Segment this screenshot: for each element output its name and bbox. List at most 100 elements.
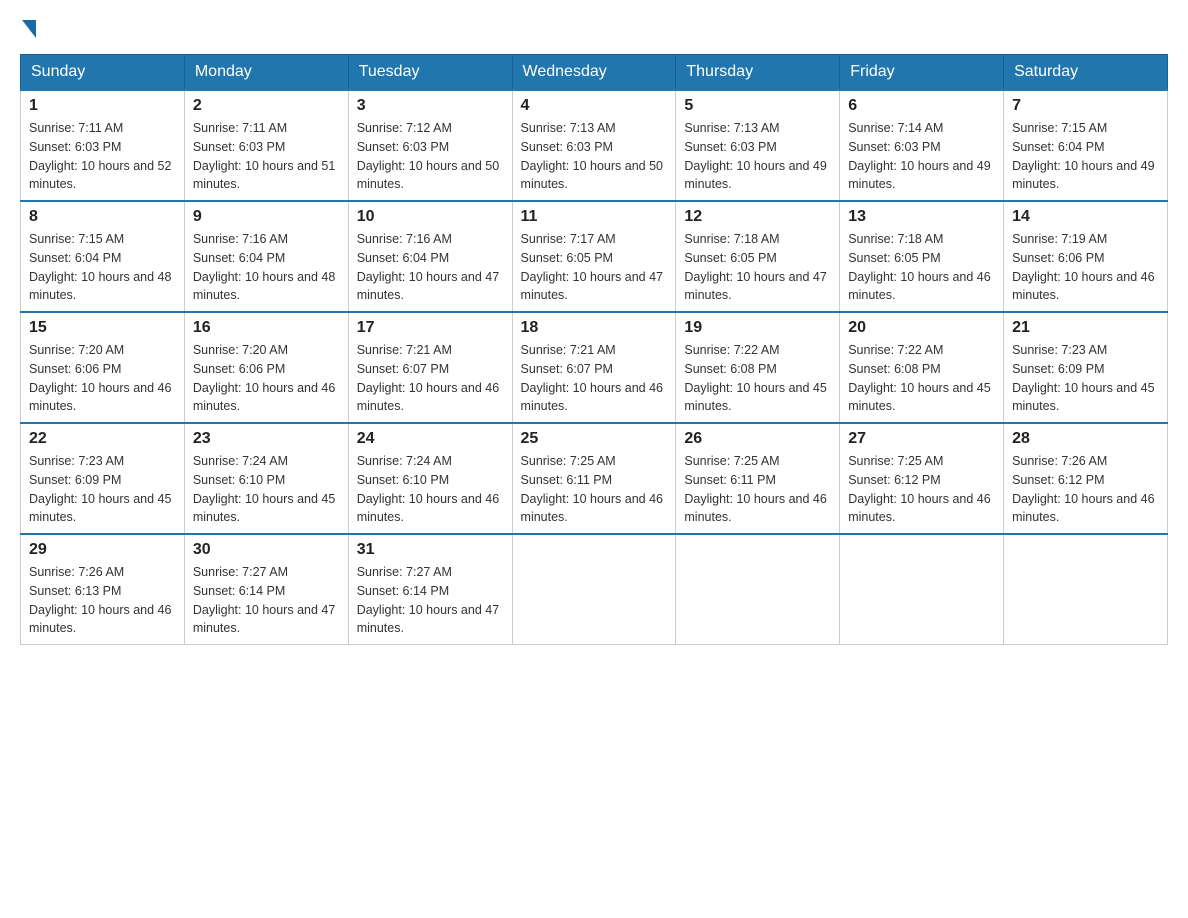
day-info: Sunrise: 7:23 AMSunset: 6:09 PMDaylight:… (29, 452, 176, 527)
logo-arrow-icon (22, 20, 36, 38)
day-number: 21 (1012, 319, 1159, 337)
day-info: Sunrise: 7:18 AMSunset: 6:05 PMDaylight:… (848, 230, 995, 305)
calendar-cell: 15Sunrise: 7:20 AMSunset: 6:06 PMDayligh… (21, 312, 185, 423)
logo (20, 20, 38, 38)
calendar-cell: 24Sunrise: 7:24 AMSunset: 6:10 PMDayligh… (348, 423, 512, 534)
week-row-5: 29 Sunrise: 7:26 AMSunset: 6:13 PMDayligh… (21, 534, 1168, 645)
day-info: Sunrise: 7:20 AMSunset: 6:06 PMDaylight:… (193, 341, 340, 416)
calendar-cell: 4 Sunrise: 7:13 AMSunset: 6:03 PMDaylight… (512, 90, 676, 201)
week-row-1: 1 Sunrise: 7:11 AMSunset: 6:03 PMDaylight… (21, 90, 1168, 201)
day-info: Sunrise: 7:20 AMSunset: 6:06 PMDaylight:… (29, 341, 176, 416)
calendar-cell: 22 Sunrise: 7:23 AMSunset: 6:09 PMDayligh… (21, 423, 185, 534)
day-number: 17 (357, 319, 504, 337)
calendar-cell (1004, 534, 1168, 645)
day-number: 29 (29, 541, 176, 559)
day-info: Sunrise: 7:22 AMSunset: 6:08 PMDaylight:… (684, 341, 831, 416)
day-info: Sunrise: 7:16 AMSunset: 6:04 PMDaylight:… (193, 230, 340, 305)
day-number: 6 (848, 97, 995, 115)
day-number: 12 (684, 208, 831, 226)
day-number: 13 (848, 208, 995, 226)
day-number: 28 (1012, 430, 1159, 448)
calendar-table: SundayMondayTuesdayWednesdayThursdayFrid… (20, 54, 1168, 645)
calendar-cell: 23 Sunrise: 7:24 AMSunset: 6:10 PMDayligh… (184, 423, 348, 534)
day-info: Sunrise: 7:25 AMSunset: 6:11 PMDaylight:… (684, 452, 831, 527)
day-info: Sunrise: 7:13 AMSunset: 6:03 PMDaylight:… (521, 119, 668, 194)
calendar-cell: 27 Sunrise: 7:25 AMSunset: 6:12 PMDayligh… (840, 423, 1004, 534)
page-header (20, 20, 1168, 38)
day-number: 16 (193, 319, 340, 337)
day-info: Sunrise: 7:12 AMSunset: 6:03 PMDaylight:… (357, 119, 504, 194)
calendar-header-row: SundayMondayTuesdayWednesdayThursdayFrid… (21, 55, 1168, 91)
calendar-cell: 11Sunrise: 7:17 AMSunset: 6:05 PMDayligh… (512, 201, 676, 312)
day-number: 14 (1012, 208, 1159, 226)
calendar-cell: 17 Sunrise: 7:21 AMSunset: 6:07 PMDayligh… (348, 312, 512, 423)
day-info: Sunrise: 7:15 AMSunset: 6:04 PMDaylight:… (1012, 119, 1159, 194)
calendar-cell: 29 Sunrise: 7:26 AMSunset: 6:13 PMDayligh… (21, 534, 185, 645)
calendar-cell: 3Sunrise: 7:12 AMSunset: 6:03 PMDaylight… (348, 90, 512, 201)
calendar-cell: 16 Sunrise: 7:20 AMSunset: 6:06 PMDayligh… (184, 312, 348, 423)
calendar-cell: 19 Sunrise: 7:22 AMSunset: 6:08 PMDayligh… (676, 312, 840, 423)
day-info: Sunrise: 7:25 AMSunset: 6:11 PMDaylight:… (521, 452, 668, 527)
calendar-cell: 8 Sunrise: 7:15 AMSunset: 6:04 PMDaylight… (21, 201, 185, 312)
day-number: 26 (684, 430, 831, 448)
day-info: Sunrise: 7:24 AMSunset: 6:10 PMDaylight:… (357, 452, 504, 527)
day-info: Sunrise: 7:21 AMSunset: 6:07 PMDaylight:… (357, 341, 504, 416)
weekday-header-monday: Monday (184, 55, 348, 91)
calendar-cell: 7 Sunrise: 7:15 AMSunset: 6:04 PMDaylight… (1004, 90, 1168, 201)
day-number: 22 (29, 430, 176, 448)
day-info: Sunrise: 7:22 AMSunset: 6:08 PMDaylight:… (848, 341, 995, 416)
day-number: 25 (521, 430, 668, 448)
day-number: 10 (357, 208, 504, 226)
day-info: Sunrise: 7:16 AMSunset: 6:04 PMDaylight:… (357, 230, 504, 305)
calendar-cell: 30 Sunrise: 7:27 AMSunset: 6:14 PMDayligh… (184, 534, 348, 645)
day-number: 30 (193, 541, 340, 559)
day-info: Sunrise: 7:11 AMSunset: 6:03 PMDaylight:… (193, 119, 340, 194)
day-info: Sunrise: 7:13 AMSunset: 6:03 PMDaylight:… (684, 119, 831, 194)
calendar-cell: 31 Sunrise: 7:27 AMSunset: 6:14 PMDayligh… (348, 534, 512, 645)
day-info: Sunrise: 7:14 AMSunset: 6:03 PMDaylight:… (848, 119, 995, 194)
day-number: 5 (684, 97, 831, 115)
weekday-header-saturday: Saturday (1004, 55, 1168, 91)
day-number: 27 (848, 430, 995, 448)
calendar-cell: 28 Sunrise: 7:26 AMSunset: 6:12 PMDayligh… (1004, 423, 1168, 534)
calendar-cell: 20Sunrise: 7:22 AMSunset: 6:08 PMDayligh… (840, 312, 1004, 423)
weekday-header-friday: Friday (840, 55, 1004, 91)
day-info: Sunrise: 7:24 AMSunset: 6:10 PMDaylight:… (193, 452, 340, 527)
calendar-cell: 9 Sunrise: 7:16 AMSunset: 6:04 PMDaylight… (184, 201, 348, 312)
week-row-2: 8 Sunrise: 7:15 AMSunset: 6:04 PMDaylight… (21, 201, 1168, 312)
day-number: 11 (521, 208, 668, 226)
day-number: 4 (521, 97, 668, 115)
weekday-header-thursday: Thursday (676, 55, 840, 91)
day-number: 2 (193, 97, 340, 115)
calendar-cell: 10 Sunrise: 7:16 AMSunset: 6:04 PMDayligh… (348, 201, 512, 312)
calendar-cell: 1 Sunrise: 7:11 AMSunset: 6:03 PMDaylight… (21, 90, 185, 201)
day-number: 23 (193, 430, 340, 448)
day-number: 19 (684, 319, 831, 337)
calendar-cell: 5 Sunrise: 7:13 AMSunset: 6:03 PMDaylight… (676, 90, 840, 201)
calendar-cell: 6 Sunrise: 7:14 AMSunset: 6:03 PMDaylight… (840, 90, 1004, 201)
day-info: Sunrise: 7:23 AMSunset: 6:09 PMDaylight:… (1012, 341, 1159, 416)
calendar-cell: 13 Sunrise: 7:18 AMSunset: 6:05 PMDayligh… (840, 201, 1004, 312)
day-info: Sunrise: 7:19 AMSunset: 6:06 PMDaylight:… (1012, 230, 1159, 305)
day-number: 1 (29, 97, 176, 115)
day-info: Sunrise: 7:15 AMSunset: 6:04 PMDaylight:… (29, 230, 176, 305)
day-number: 9 (193, 208, 340, 226)
calendar-cell: 14 Sunrise: 7:19 AMSunset: 6:06 PMDayligh… (1004, 201, 1168, 312)
calendar-cell: 12Sunrise: 7:18 AMSunset: 6:05 PMDayligh… (676, 201, 840, 312)
day-info: Sunrise: 7:26 AMSunset: 6:13 PMDaylight:… (29, 563, 176, 638)
day-number: 7 (1012, 97, 1159, 115)
day-number: 8 (29, 208, 176, 226)
weekday-header-tuesday: Tuesday (348, 55, 512, 91)
day-info: Sunrise: 7:21 AMSunset: 6:07 PMDaylight:… (521, 341, 668, 416)
day-info: Sunrise: 7:11 AMSunset: 6:03 PMDaylight:… (29, 119, 176, 194)
day-info: Sunrise: 7:27 AMSunset: 6:14 PMDaylight:… (193, 563, 340, 638)
calendar-cell: 26 Sunrise: 7:25 AMSunset: 6:11 PMDayligh… (676, 423, 840, 534)
weekday-header-wednesday: Wednesday (512, 55, 676, 91)
day-info: Sunrise: 7:26 AMSunset: 6:12 PMDaylight:… (1012, 452, 1159, 527)
day-info: Sunrise: 7:25 AMSunset: 6:12 PMDaylight:… (848, 452, 995, 527)
week-row-4: 22 Sunrise: 7:23 AMSunset: 6:09 PMDayligh… (21, 423, 1168, 534)
calendar-cell: 2 Sunrise: 7:11 AMSunset: 6:03 PMDaylight… (184, 90, 348, 201)
day-info: Sunrise: 7:27 AMSunset: 6:14 PMDaylight:… (357, 563, 504, 638)
day-number: 18 (521, 319, 668, 337)
day-number: 31 (357, 541, 504, 559)
